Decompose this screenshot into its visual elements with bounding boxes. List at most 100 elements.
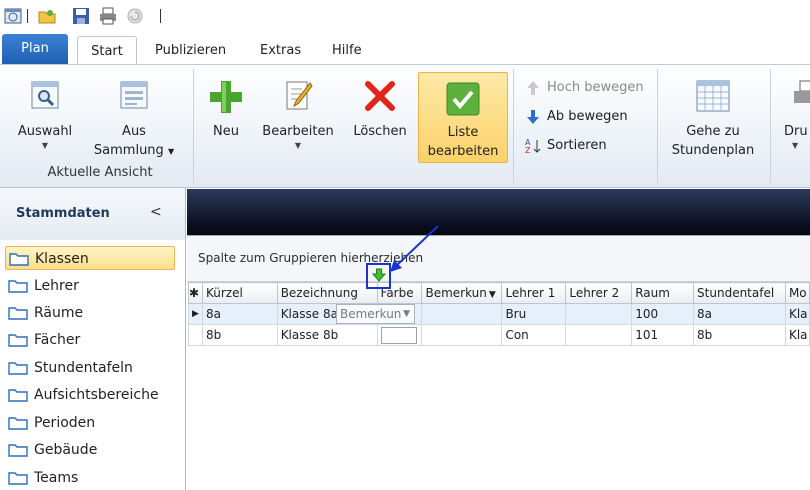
refresh-icon[interactable] <box>126 7 144 25</box>
open-folder-icon[interactable] <box>38 7 56 25</box>
sidebar-item-klassen[interactable]: Klassen <box>5 246 175 270</box>
save-icon[interactable] <box>72 7 90 25</box>
gehe-zu-label-1: Gehe zu <box>686 124 740 139</box>
gehe-zu-label-2: Stundenplan <box>671 143 755 158</box>
folder-icon <box>8 444 28 457</box>
liste-bearbeiten-label-1: Liste <box>447 125 479 140</box>
filter-icon: ▼ <box>403 309 410 319</box>
tab-extras[interactable]: Extras <box>260 36 301 65</box>
cell-bemerkung[interactable] <box>421 324 503 346</box>
cell-raum[interactable]: 101 <box>631 324 695 346</box>
edit-document-icon <box>286 81 313 110</box>
aus-sammlung-label-2: Sammlung ▼ <box>90 141 178 161</box>
app-menu-icon[interactable] <box>4 7 22 25</box>
magnifier-window-icon <box>31 81 59 109</box>
neu-button[interactable]: Neu <box>205 79 247 141</box>
table-header-row: ✱ Kürzel Bezeichnung Farbe Bemerkun ▼ Leh… <box>188 282 810 304</box>
column-header-stundentafel[interactable]: Stundentafel <box>693 282 786 304</box>
dragged-column-label: Bemerkun <box>340 307 402 321</box>
cell-bezeichnung[interactable]: Klasse 8b <box>276 324 378 346</box>
table-row[interactable]: 8b Klasse 8b Con 101 8b Kla <box>188 324 810 346</box>
toolbar-separator <box>27 9 28 23</box>
sidebar-item-gebaeude[interactable]: Gebäude <box>5 438 175 462</box>
sidebar-item-aufsichtsbereiche[interactable]: Aufsichtsbereiche <box>5 383 175 407</box>
stammdaten-title: Stammdaten <box>16 206 110 221</box>
liste-bearbeiten-button[interactable]: Liste bearbeiten <box>418 72 508 163</box>
cell-kuerzel[interactable]: 8b <box>201 324 278 346</box>
color-swatch[interactable] <box>380 326 417 344</box>
aus-sammlung-button[interactable]: Aus Sammlung ▼ <box>90 79 178 161</box>
sidebar-item-label: Aufsichtsbereiche <box>34 387 159 403</box>
tab-plan[interactable]: Plan <box>2 34 68 65</box>
sidebar-item-label: Räume <box>34 305 84 321</box>
cell-lehrer-2[interactable] <box>565 324 633 346</box>
collection-window-icon <box>120 81 148 109</box>
group-separator <box>770 69 771 183</box>
collapse-panel-button[interactable]: < <box>150 204 162 220</box>
ab-bewegen-button[interactable]: Ab bewegen <box>525 106 655 128</box>
new-row-asterisk-icon: ✱ <box>188 282 203 304</box>
sidebar-item-perioden[interactable]: Perioden <box>5 411 175 435</box>
bearbeiten-button[interactable]: Bearbeiten ▼ <box>258 79 338 151</box>
chevron-down-icon: ▼ <box>41 141 49 150</box>
drucken-button[interactable]: Dru ▼ <box>780 79 810 151</box>
timetable-grid-icon <box>696 80 730 112</box>
column-header-bemerkung[interactable]: Bemerkun ▼ <box>421 282 503 304</box>
column-header-kuerzel[interactable]: Kürzel <box>201 282 278 304</box>
toolbar-separator <box>160 9 161 23</box>
arrow-up-icon <box>527 81 539 95</box>
loeschen-button[interactable]: Löschen <box>348 79 412 141</box>
sortieren-label: Sortieren <box>547 138 607 153</box>
liste-bearbeiten-label-2: bearbeiten <box>427 144 499 159</box>
plus-icon <box>210 81 242 113</box>
sidebar-item-stundentafeln[interactable]: Stundentafeln <box>5 356 175 380</box>
cell-stundentafel[interactable]: 8a <box>693 303 786 325</box>
cell-stundentafel[interactable]: 8b <box>693 324 786 346</box>
gehe-zu-stundenplan-button[interactable]: Gehe zu Stundenplan <box>665 79 761 160</box>
column-header-mo[interactable]: Mo <box>784 282 810 304</box>
column-header-lehrer-1[interactable]: Lehrer 1 <box>501 282 567 304</box>
table-row[interactable]: ▶ 8a Klasse 8a Bru 100 8a Kla <box>188 303 810 325</box>
sidebar-item-raeume[interactable]: Räume <box>5 301 175 325</box>
sort-az-icon: AZ <box>525 138 541 154</box>
cell-bemerkung[interactable] <box>421 303 503 325</box>
tab-start[interactable]: Start <box>77 36 137 65</box>
hoch-bewegen-button[interactable]: Hoch bewegen <box>525 77 655 99</box>
column-header-bezeichnung[interactable]: Bezeichnung <box>276 282 378 304</box>
folder-icon <box>8 362 28 375</box>
sidebar-item-teams[interactable]: Teams <box>5 466 175 490</box>
auswahl-label: Auswahl <box>17 124 73 139</box>
folder-icon <box>8 307 28 320</box>
cell-raum[interactable]: 100 <box>631 303 695 325</box>
sidebar-item-label: Stundentafeln <box>34 360 133 376</box>
cell-mo[interactable]: Kla <box>784 303 810 325</box>
tab-hilfe[interactable]: Hilfe <box>332 36 362 65</box>
cell-lehrer-1[interactable]: Con <box>501 324 567 346</box>
filter-icon[interactable]: ▼ <box>489 290 496 300</box>
classes-table: ✱ Kürzel Bezeichnung Farbe Bemerkun ▼ Leh… <box>188 282 810 346</box>
cell-kuerzel[interactable]: 8a <box>201 303 278 325</box>
column-header-lehrer-2[interactable]: Lehrer 2 <box>565 282 633 304</box>
group-separator <box>193 69 194 183</box>
dragged-column-ghost: Bemerkun ▼ <box>336 304 415 324</box>
group-separator <box>513 69 514 183</box>
sidebar-item-lehrer[interactable]: Lehrer <box>5 274 175 298</box>
cell-lehrer-2[interactable] <box>565 303 633 325</box>
drucken-label: Dru <box>784 124 808 139</box>
sortieren-button[interactable]: AZ Sortieren <box>525 135 655 157</box>
column-header-raum[interactable]: Raum <box>631 282 695 304</box>
group-separator <box>657 69 658 183</box>
cell-lehrer-1[interactable]: Bru <box>501 303 567 325</box>
print-icon[interactable] <box>99 7 117 25</box>
cell-mo[interactable]: Kla <box>784 324 810 346</box>
sidebar-item-faecher[interactable]: Fächer <box>5 328 175 352</box>
auswahl-button[interactable]: Auswahl ▼ <box>10 79 80 151</box>
print-icon <box>794 80 810 103</box>
annotation-arrow-icon <box>390 225 439 272</box>
cell-farbe[interactable] <box>376 324 423 346</box>
sidebar-item-label: Klassen <box>35 251 89 267</box>
tab-publizieren[interactable]: Publizieren <box>155 36 226 65</box>
column-header-bemerkung-label: Bemerkun <box>425 286 487 300</box>
sidebar-item-label: Teams <box>34 470 79 486</box>
group-by-panel[interactable]: Spalte zum Gruppieren hierherziehen <box>187 236 810 282</box>
